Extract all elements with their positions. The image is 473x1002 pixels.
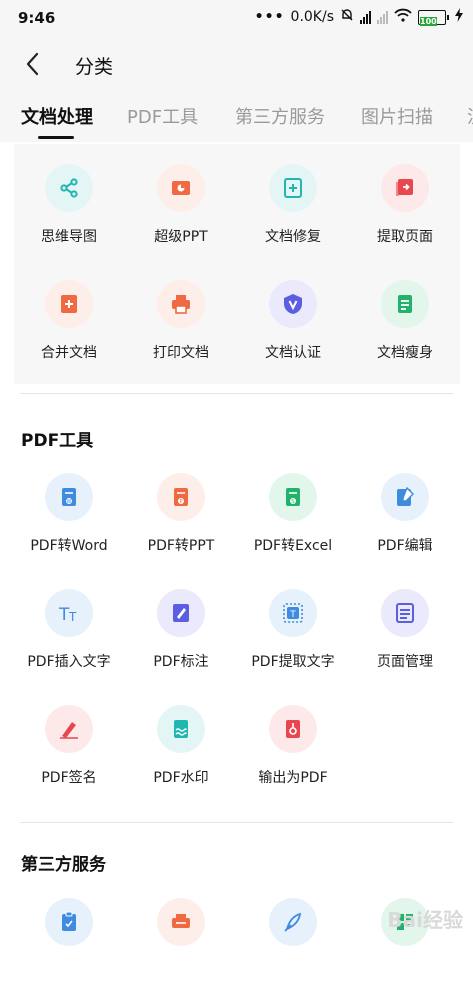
text-insert-icon: TT [45, 589, 93, 637]
svg-text:S: S [291, 499, 294, 505]
back-button[interactable] [20, 50, 48, 78]
verify-icon [269, 280, 317, 328]
tool-label: PDF转PPT [147, 538, 215, 554]
svg-text:P: P [179, 499, 182, 505]
tool-label: PDF标注 [153, 654, 209, 670]
tool-label: 打印文档 [153, 345, 209, 361]
tool-label: 合并文档 [41, 345, 97, 361]
tool-item[interactable]: PDF标注 [125, 589, 237, 693]
tool-item[interactable]: T T PDF插入文字 [13, 589, 125, 693]
category-tabs: 文档处理 PDF工具 第三方服务 图片扫描 流 [0, 90, 473, 142]
active-tab-indicator [38, 136, 74, 139]
svg-text:T: T [68, 610, 77, 624]
status-bar: 9:46 ••• 0.0K/s 100 [0, 0, 473, 38]
doc-section: 思维导图 超级PPT 文档修复 提取页面合并文档 打印文档 文档认证 文档瘦身 [14, 144, 460, 384]
tool-item[interactable]: 合并文档 [13, 280, 125, 384]
tool-item[interactable]: 打印文档 [125, 280, 237, 384]
tool-label: 文档修复 [265, 229, 321, 245]
tool-item[interactable]: 页面管理 [349, 589, 461, 693]
mute-bell-icon [340, 8, 354, 26]
tool-label: 超级PPT [154, 229, 208, 245]
tool-item[interactable] [237, 898, 349, 1002]
signal-2-icon [377, 10, 388, 24]
category-content: 思维导图 超级PPT 文档修复 提取页面 合并文档 打印文档 文档认证 文档瘦身 PDF工具 … [0, 142, 473, 946]
tab-doc-processing[interactable]: 文档处理 [21, 103, 93, 129]
extract-text-icon: T [269, 589, 317, 637]
export-pdf-icon [269, 705, 317, 753]
tool-item[interactable]: 文档瘦身 [349, 280, 461, 384]
section-divider [20, 393, 453, 394]
pdf-to-excel-icon: S [269, 473, 317, 521]
network-speed: 0.0K/s [290, 9, 334, 25]
extract-page-icon [381, 164, 429, 212]
tool-item[interactable]: S PDF转Excel [237, 473, 349, 577]
tool-label: PDF水印 [153, 770, 209, 786]
clipboard-icon [45, 898, 93, 946]
page-title: 分类 [75, 56, 114, 78]
tool-item[interactable]: 思维导图 [13, 164, 125, 268]
svg-text:W: W [67, 499, 72, 505]
tab-pdf-tools[interactable]: PDF工具 [127, 103, 198, 129]
tab-image-scan[interactable]: 图片扫描 [361, 103, 433, 129]
tool-item[interactable]: PDF编辑 [349, 473, 461, 577]
doc-slim-icon [381, 280, 429, 328]
doc-repair-icon [269, 164, 317, 212]
tab-third-party[interactable]: 第三方服务 [235, 103, 325, 129]
pdf-edit-icon [381, 473, 429, 521]
svg-text:T: T [289, 610, 296, 620]
page-manage-icon [381, 589, 429, 637]
tool-item[interactable]: W PDF转Word [13, 473, 125, 577]
tool-item[interactable]: 文档认证 [237, 280, 349, 384]
tool-label: 页面管理 [377, 654, 433, 670]
quill-icon [269, 898, 317, 946]
print-icon [157, 280, 205, 328]
app-header: 分类 [0, 38, 473, 90]
tool-item[interactable]: P PDF转PPT [125, 473, 237, 577]
third-section-title: 第三方服务 [21, 855, 106, 875]
tool-item[interactable]: 超级PPT [125, 164, 237, 268]
tool-label: 文档认证 [265, 345, 321, 361]
more-dots-icon: ••• [254, 9, 285, 25]
pdf-to-word-icon: W [45, 473, 93, 521]
tool-label: 输出为PDF [258, 770, 328, 786]
tool-item[interactable]: 提取页面 [349, 164, 461, 268]
status-icons: ••• 0.0K/s 100 [255, 8, 463, 26]
tool-item[interactable]: 文档修复 [237, 164, 349, 268]
signature-icon [45, 705, 93, 753]
chevron-left-icon [26, 52, 39, 76]
battery-level: 100 [420, 16, 437, 26]
tab-more[interactable]: 流 [467, 103, 473, 129]
signal-icon [360, 10, 371, 24]
tool-label: PDF提取文字 [251, 654, 335, 670]
annotate-icon [157, 589, 205, 637]
tool-label: PDF转Excel [253, 538, 333, 554]
tool-item[interactable] [13, 898, 125, 1002]
printer-service-icon [157, 898, 205, 946]
status-time: 9:46 [18, 9, 56, 27]
pdf-to-ppt-icon: P [157, 473, 205, 521]
tool-item[interactable]: PDF签名 [13, 705, 125, 809]
tool-label: 提取页面 [377, 229, 433, 245]
tool-label: 思维导图 [41, 229, 97, 245]
tool-item[interactable]: 输出为PDF [237, 705, 349, 809]
charging-bolt-icon [455, 8, 463, 26]
merge-doc-icon [45, 280, 93, 328]
baidu-watermark-logo: Bai经验 [387, 908, 463, 932]
tool-label: 文档瘦身 [377, 345, 433, 361]
tool-label: PDF签名 [41, 770, 97, 786]
tool-label: PDF转Word [30, 538, 108, 554]
tool-label: PDF编辑 [377, 538, 433, 554]
tool-item[interactable] [125, 898, 237, 1002]
ppt-icon [157, 164, 205, 212]
watermark-icon [157, 705, 205, 753]
tool-label: PDF插入文字 [27, 654, 111, 670]
tool-item[interactable]: T PDF提取文字 [237, 589, 349, 693]
section-divider [20, 822, 453, 823]
tool-item[interactable]: PDF水印 [125, 705, 237, 809]
pdf-section-title: PDF工具 [21, 431, 94, 451]
mind-map-icon [45, 164, 93, 212]
battery-icon: 100 [418, 9, 449, 26]
wifi-icon [394, 8, 412, 26]
